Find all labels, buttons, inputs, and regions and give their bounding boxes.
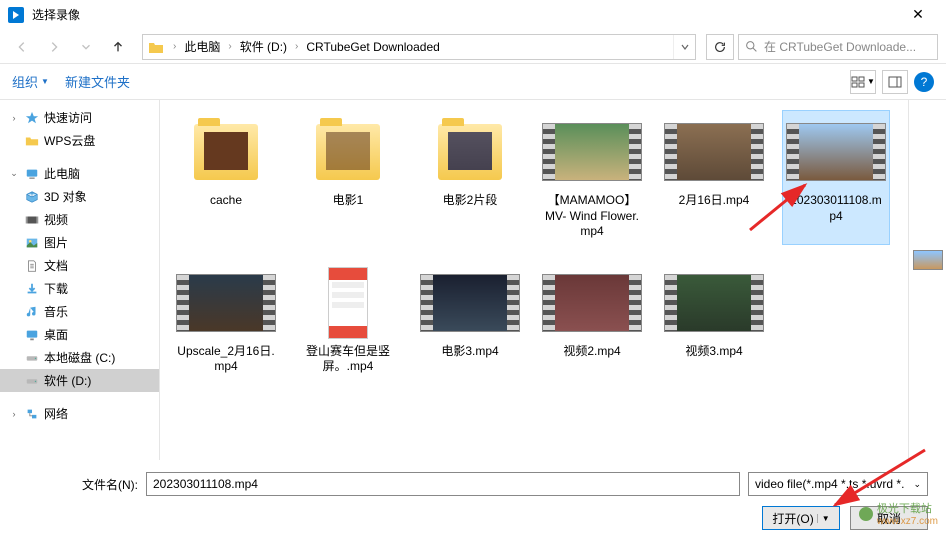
preview-pane-button[interactable] — [882, 70, 908, 94]
video-item-selected[interactable]: 202303011108.mp4 — [782, 110, 890, 245]
file-type-filter[interactable]: video file(*.mp4 *.ts *.uvrd *. ⌄ — [748, 472, 928, 496]
filename-input[interactable] — [146, 472, 740, 496]
recent-dropdown — [72, 34, 100, 60]
chevron-right-icon[interactable]: › — [171, 41, 178, 52]
sidebar-pictures[interactable]: 图片 — [0, 231, 159, 254]
video-item[interactable]: 【MAMAMOO】MV- Wind Flower.mp4 — [538, 110, 646, 245]
video-item[interactable]: 视频2.mp4 — [538, 261, 646, 380]
window-title: 选择录像 — [32, 6, 898, 23]
app-icon — [8, 7, 24, 23]
search-icon — [745, 40, 758, 53]
video-item[interactable]: Upscale_2月16日.mp4 — [172, 261, 280, 380]
help-button[interactable]: ? — [914, 72, 934, 92]
cancel-button[interactable]: 取消 — [850, 506, 928, 530]
sidebar-downloads[interactable]: 下载 — [0, 277, 159, 300]
network-icon — [24, 406, 40, 422]
main-area: › 快速访问 WPS云盘 ⌄ 此电脑 3D 对象 视频 图片 — [0, 100, 946, 460]
expand-icon[interactable]: › — [8, 409, 20, 419]
sidebar-network[interactable]: › 网络 — [0, 402, 159, 425]
back-button — [8, 34, 36, 60]
search-input[interactable]: 在 CRTubeGet Downloade... — [738, 34, 938, 60]
address-dropdown[interactable] — [673, 35, 695, 59]
chevron-down-icon: ⌄ — [913, 479, 921, 490]
document-icon — [24, 258, 40, 274]
sidebar-drive-d[interactable]: 软件 (D:) — [0, 369, 159, 392]
folder-icon — [24, 133, 40, 149]
music-icon — [24, 304, 40, 320]
preview-pane — [908, 100, 946, 460]
video-icon — [24, 212, 40, 228]
refresh-button[interactable] — [706, 34, 734, 60]
sidebar-videos[interactable]: 视频 — [0, 208, 159, 231]
video-item[interactable]: 登山赛车但是竖屏。.mp4 — [294, 261, 402, 380]
drive-icon — [24, 350, 40, 366]
sidebar: › 快速访问 WPS云盘 ⌄ 此电脑 3D 对象 视频 图片 — [0, 100, 160, 460]
chevron-right-icon[interactable]: › — [293, 41, 300, 52]
expand-icon[interactable]: › — [8, 113, 20, 123]
collapse-icon[interactable]: ⌄ — [8, 168, 20, 179]
title-bar: 选择录像 ✕ — [0, 0, 946, 30]
sidebar-wps-cloud[interactable]: WPS云盘 — [0, 129, 159, 152]
sidebar-local-c[interactable]: 本地磁盘 (C:) — [0, 346, 159, 369]
nav-bar: › 此电脑 › 软件 (D:) › CRTubeGet Downloaded 在… — [0, 30, 946, 64]
desktop-icon — [24, 327, 40, 343]
breadcrumb-item[interactable]: CRTubeGet Downloaded — [302, 38, 443, 56]
filename-label: 文件名(N): — [18, 476, 138, 493]
close-button[interactable]: ✕ — [898, 0, 938, 30]
sidebar-desktop[interactable]: 桌面 — [0, 323, 159, 346]
video-item[interactable]: 视频3.mp4 — [660, 261, 768, 380]
sidebar-3d-objects[interactable]: 3D 对象 — [0, 185, 159, 208]
breadcrumb-item[interactable]: 此电脑 — [180, 36, 224, 57]
star-icon — [24, 110, 40, 126]
video-item[interactable]: 电影3.mp4 — [416, 261, 524, 380]
drive-icon — [24, 373, 40, 389]
cube-icon — [24, 189, 40, 205]
toolbar: 组织▼ 新建文件夹 ▼ ? — [0, 64, 946, 100]
folder-item[interactable]: 电影1 — [294, 110, 402, 245]
address-bar[interactable]: › 此电脑 › 软件 (D:) › CRTubeGet Downloaded — [142, 34, 696, 60]
pc-icon — [24, 166, 40, 182]
folder-icon — [147, 38, 165, 56]
sidebar-this-pc[interactable]: ⌄ 此电脑 — [0, 162, 159, 185]
chevron-down-icon: ▼ — [41, 77, 49, 86]
organize-menu[interactable]: 组织▼ — [12, 72, 49, 91]
sidebar-music[interactable]: 音乐 — [0, 300, 159, 323]
new-folder-button[interactable]: 新建文件夹 — [65, 72, 130, 91]
search-placeholder: 在 CRTubeGet Downloade... — [764, 38, 916, 55]
phone-thumbnail — [328, 267, 368, 339]
preview-thumbnail — [913, 250, 943, 270]
sidebar-quick-access[interactable]: › 快速访问 — [0, 106, 159, 129]
chevron-down-icon: ▼ — [817, 514, 830, 523]
up-button[interactable] — [104, 34, 132, 60]
breadcrumb-item[interactable]: 软件 (D:) — [236, 36, 291, 57]
footer: 文件名(N): video file(*.mp4 *.ts *.uvrd *. … — [0, 460, 946, 542]
download-icon — [24, 281, 40, 297]
file-list[interactable]: cache 电影1 电影2片段 【MAMAMOO】MV- Wind Flower… — [160, 100, 908, 460]
open-button[interactable]: 打开(O)▼ — [762, 506, 840, 530]
folder-item[interactable]: cache — [172, 110, 280, 245]
video-item[interactable]: 2月16日.mp4 — [660, 110, 768, 245]
view-mode-button[interactable]: ▼ — [850, 70, 876, 94]
folder-item[interactable]: 电影2片段 — [416, 110, 524, 245]
sidebar-documents[interactable]: 文档 — [0, 254, 159, 277]
picture-icon — [24, 235, 40, 251]
chevron-right-icon[interactable]: › — [226, 41, 233, 52]
forward-button — [40, 34, 68, 60]
